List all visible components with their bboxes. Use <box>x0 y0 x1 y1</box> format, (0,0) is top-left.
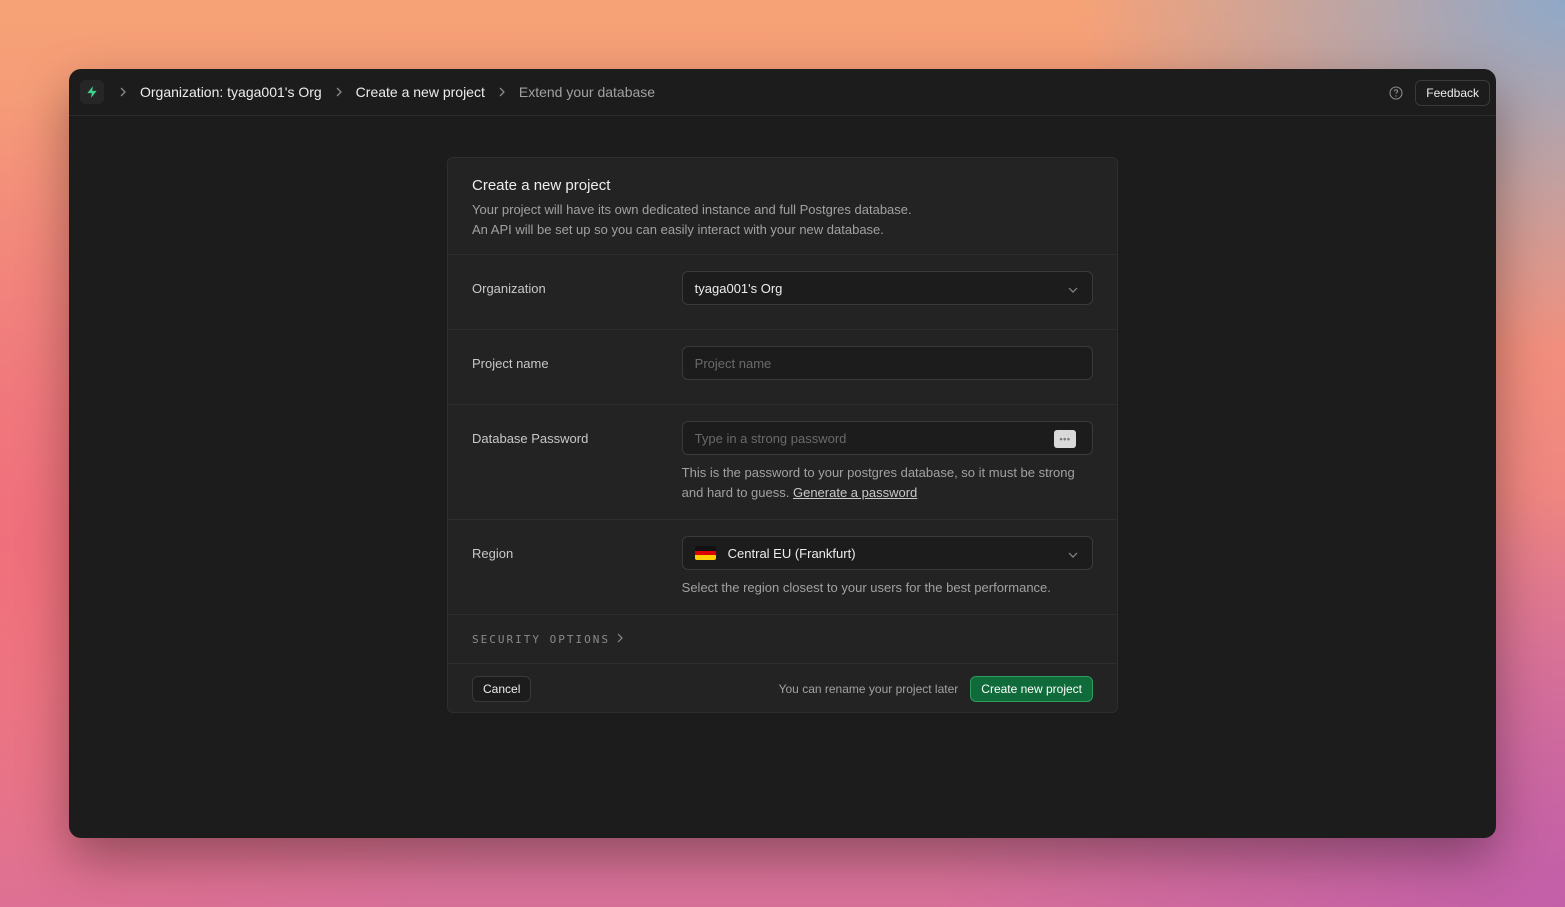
region-row: Region Central EU (Frankfurt) Select the… <box>448 520 1117 615</box>
create-project-card: Create a new project Your project will h… <box>447 157 1118 713</box>
topbar-actions: Feedback <box>1389 69 1490 116</box>
page-title: Create a new project <box>472 177 611 194</box>
chevron-down-icon <box>1068 283 1078 298</box>
cancel-button[interactable]: Cancel <box>472 675 532 702</box>
chevron-right-icon <box>335 87 343 97</box>
supabase-logo-icon[interactable] <box>80 80 104 104</box>
password-manager-icon[interactable]: ••• <box>1054 430 1076 448</box>
region-help: Select the region closest to your users … <box>681 580 1051 595</box>
chevron-down-icon <box>1068 548 1078 563</box>
region-value: Central EU (Frankfurt) <box>727 545 856 561</box>
feedback-button[interactable]: Feedback <box>1415 79 1490 106</box>
project-name-input[interactable] <box>694 355 1080 371</box>
breadcrumb-org[interactable]: Organization: tyaga001's Org <box>140 84 322 100</box>
chevron-right-icon <box>119 87 127 97</box>
password-field-wrap: ••• <box>681 421 1093 455</box>
project-name-label: Project name <box>472 356 549 371</box>
breadcrumb-step[interactable]: Create a new project <box>356 84 485 100</box>
rename-note: You can rename your project later <box>778 681 959 696</box>
germany-flag-icon <box>694 546 716 560</box>
organization-select[interactable]: tyaga001's Org <box>681 271 1093 305</box>
password-row: Database Password ••• This is the passwo… <box>448 405 1117 520</box>
chevron-right-icon <box>616 633 624 646</box>
breadcrumb-current: Extend your database <box>518 84 656 100</box>
region-label: Region <box>472 546 514 561</box>
security-options-label: SECURITY OPTIONS <box>472 632 610 646</box>
generate-password-link[interactable]: Generate a password <box>793 485 917 500</box>
organization-value: tyaga001's Org <box>694 280 783 296</box>
region-select[interactable]: Central EU (Frankfurt) <box>681 536 1093 570</box>
password-help: This is the password to your postgres da… <box>682 463 1093 503</box>
help-icon[interactable] <box>1389 85 1403 100</box>
chevron-right-icon <box>498 87 506 97</box>
card-description-line1: Your project will have its own dedicated… <box>472 202 912 217</box>
password-label: Database Password <box>472 431 589 446</box>
project-name-field-wrap <box>681 346 1093 380</box>
app-window: Organization: tyaga001's Org Create a ne… <box>69 69 1496 838</box>
card-footer: Cancel You can rename your project later… <box>448 664 1117 712</box>
create-project-button[interactable]: Create new project <box>970 675 1093 702</box>
security-options-toggle[interactable]: SECURITY OPTIONS <box>448 615 1117 664</box>
project-name-row: Project name <box>448 330 1117 405</box>
card-header: Create a new project Your project will h… <box>448 158 1117 255</box>
top-bar: Organization: tyaga001's Org Create a ne… <box>69 69 1496 116</box>
password-input[interactable] <box>694 430 1035 446</box>
card-description-line2: An API will be set up so you can easily … <box>472 222 884 237</box>
organization-label: Organization <box>472 281 546 296</box>
organization-row: Organization tyaga001's Org <box>448 255 1117 330</box>
